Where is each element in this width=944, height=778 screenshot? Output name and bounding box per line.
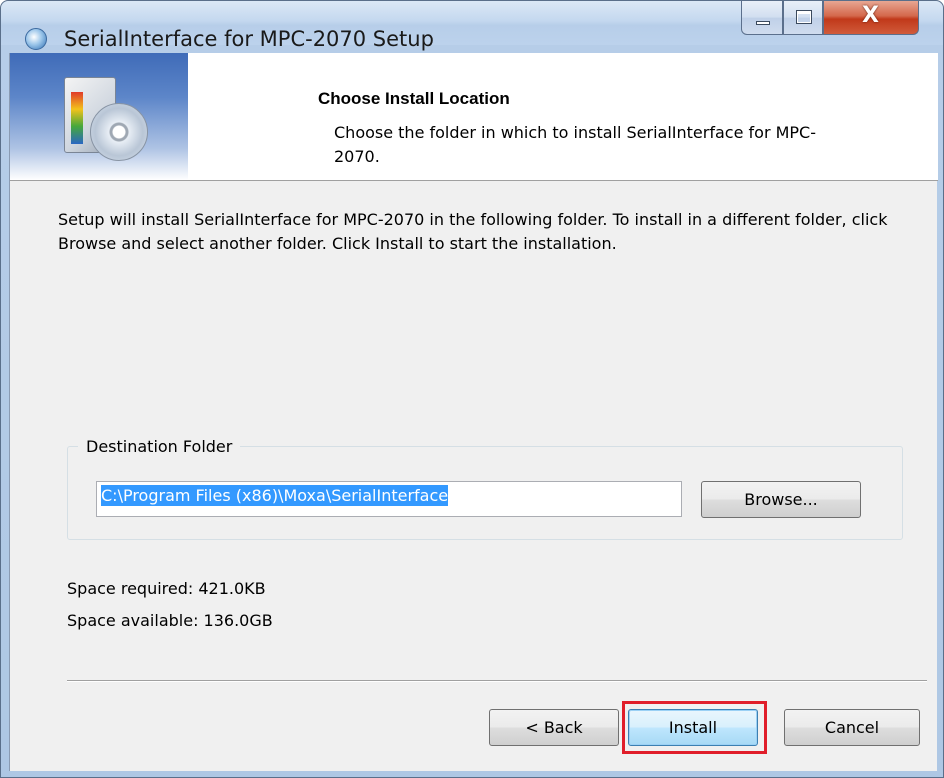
space-required: Space required: 421.0KB: [67, 579, 266, 598]
browse-button[interactable]: Browse...: [701, 481, 861, 518]
page-title: Choose Install Location: [318, 89, 510, 108]
close-button[interactable]: X: [823, 1, 919, 35]
install-highlight-box: [622, 701, 767, 754]
dialog-client-area: Choose Install Location Choose the folde…: [9, 53, 938, 771]
window-title: SerialInterface for MPC-2070 Setup: [64, 27, 434, 51]
minimize-button[interactable]: [741, 1, 783, 35]
cd-disc-icon: [90, 103, 148, 161]
title-bar[interactable]: SerialInterface for MPC-2070 Setup X: [1, 1, 943, 51]
destination-folder-label: Destination Folder: [78, 437, 241, 456]
intro-text: Setup will install SerialInterface for M…: [58, 210, 888, 253]
maximize-icon: [796, 10, 812, 24]
installer-banner: [10, 53, 188, 180]
cancel-button[interactable]: Cancel: [784, 709, 920, 746]
page-header: Choose Install Location Choose the folde…: [10, 53, 938, 181]
setup-window: SerialInterface for MPC-2070 Setup X Cho…: [0, 0, 944, 778]
maximize-button[interactable]: [783, 1, 823, 35]
footer-divider: [67, 680, 927, 682]
back-button[interactable]: < Back: [489, 709, 619, 746]
minimize-icon: [756, 21, 770, 25]
destination-path-value: C:\Program Files (x86)\Moxa\SerialInterf…: [101, 485, 449, 506]
installer-app-icon: [25, 28, 47, 50]
destination-path-input[interactable]: C:\Program Files (x86)\Moxa\SerialInterf…: [96, 481, 682, 517]
close-icon: X: [862, 3, 879, 28]
space-available: Space available: 136.0GB: [67, 611, 273, 630]
page-subtitle: Choose the folder in which to install Se…: [334, 123, 816, 166]
